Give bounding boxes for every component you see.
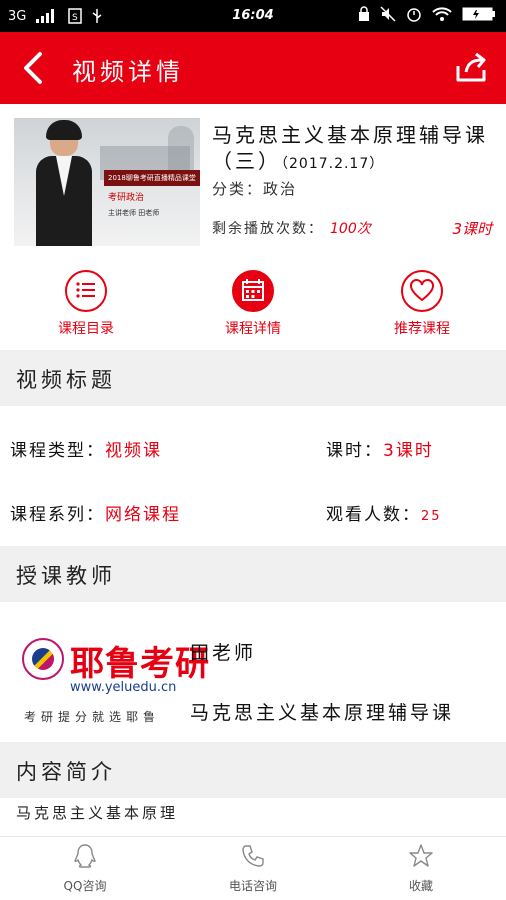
category-value: 政治 bbox=[263, 180, 298, 198]
nav-qq-consult[interactable]: QQ咨询 bbox=[30, 843, 140, 894]
tab-catalog-label: 课程目录 bbox=[58, 321, 114, 337]
logo-name: 耶鲁考研 bbox=[70, 644, 210, 684]
course-type: 课程类型：视频课 bbox=[10, 436, 162, 461]
wifi-icon bbox=[432, 7, 452, 21]
nav-favorite-label: 收藏 bbox=[408, 879, 433, 893]
section-teacher: 授课教师 bbox=[0, 546, 506, 602]
remaining-value: 100次 bbox=[330, 221, 371, 237]
thumbnail-banner: 2018聊鲁考研直播精品课堂 bbox=[104, 170, 200, 186]
section-teacher-label: 授课教师 bbox=[16, 564, 116, 588]
section-intro: 内容简介 bbox=[0, 742, 506, 798]
remaining-label: 剩余播放次数： bbox=[212, 221, 324, 237]
section-video-title-label: 视频标题 bbox=[16, 368, 116, 392]
nav-phone-label: 电话咨询 bbox=[228, 879, 277, 893]
course-thumbnail[interactable]: 2018聊鲁考研直播精品课堂 考研政治 主讲老师 田老师 bbox=[14, 118, 200, 246]
star-icon bbox=[409, 844, 433, 867]
course-card: 2018聊鲁考研直播精品课堂 考研政治 主讲老师 田老师 马克思主义基本原理辅导… bbox=[0, 104, 506, 260]
viewers-value: 25 bbox=[421, 509, 442, 524]
status-right bbox=[358, 6, 496, 22]
course-series: 课程系列：网络课程 bbox=[10, 500, 181, 525]
tab-catalog[interactable]: 课程目录 bbox=[26, 270, 146, 346]
status-bar: 3G S 16:04 bbox=[0, 0, 506, 32]
calendar-icon bbox=[232, 270, 274, 312]
section-intro-label: 内容简介 bbox=[16, 760, 116, 784]
page-title: 视频详情 bbox=[72, 58, 184, 86]
info-row-type: 课程类型：视频课 课时：3课时 bbox=[0, 414, 506, 478]
logo-slogan: 考研提分就选耶鲁 bbox=[24, 710, 161, 724]
phone-icon bbox=[242, 845, 264, 867]
thumbnail-teacher: 主讲老师 田老师 bbox=[108, 209, 160, 217]
battery-icon bbox=[462, 7, 495, 21]
teacher-course: 马克思主义基本原理辅导课 bbox=[190, 702, 455, 724]
bottom-nav: QQ咨询 电话咨询 收藏 bbox=[0, 836, 506, 900]
thumbnail-subject: 考研政治 bbox=[108, 193, 145, 203]
tab-details-label: 课程详情 bbox=[225, 321, 281, 337]
alarm-icon bbox=[407, 8, 421, 22]
brand-logo: 耶鲁考研 www.yeluedu.cn 考研提分就选耶鲁 bbox=[20, 636, 209, 728]
qq-icon bbox=[74, 844, 96, 868]
course-tabs: 课程目录 课程详情 推荐课程 bbox=[0, 262, 506, 348]
logo-url: www.yeluedu.cn bbox=[70, 680, 177, 695]
series-value: 网络课程 bbox=[105, 505, 181, 525]
tab-recommended[interactable]: 推荐课程 bbox=[362, 270, 482, 346]
logo-seal-icon bbox=[22, 638, 64, 680]
nav-phone-consult[interactable]: 电话咨询 bbox=[198, 843, 308, 894]
teacher-photo bbox=[32, 120, 96, 246]
teacher-hair bbox=[46, 120, 82, 140]
nav-qq-label: QQ咨询 bbox=[63, 879, 107, 893]
course-category: 分类：政治 bbox=[212, 178, 297, 199]
app-header: 视频详情 bbox=[0, 32, 506, 104]
category-label: 分类： bbox=[212, 180, 264, 198]
hours-label: 课时： bbox=[326, 441, 383, 461]
teacher-name: 田老师 bbox=[190, 642, 257, 664]
course-hours-detail: 课时：3课时 bbox=[326, 436, 434, 461]
mute-icon bbox=[380, 6, 396, 22]
viewers-label: 观看人数： bbox=[326, 505, 421, 525]
series-label: 课程系列： bbox=[10, 505, 105, 525]
tab-details[interactable]: 课程详情 bbox=[193, 270, 313, 346]
intro-text: 马克思主义基本原理 bbox=[16, 804, 179, 822]
tab-recommended-label: 推荐课程 bbox=[394, 321, 450, 337]
share-icon[interactable] bbox=[454, 52, 490, 84]
teacher-info: 耶鲁考研 www.yeluedu.cn 考研提分就选耶鲁 田老师 马克思主义基本… bbox=[0, 602, 506, 742]
back-icon[interactable] bbox=[18, 50, 54, 86]
list-icon bbox=[65, 270, 107, 312]
heart-icon bbox=[401, 270, 443, 312]
info-row-series: 课程系列：网络课程 观看人数：25 bbox=[0, 478, 506, 542]
course-hours: 3课时 bbox=[452, 220, 492, 238]
remaining-plays: 剩余播放次数： 100次 bbox=[212, 218, 371, 238]
nav-favorite[interactable]: 收藏 bbox=[366, 843, 476, 894]
viewer-count: 观看人数：25 bbox=[326, 500, 442, 525]
course-type-label: 课程类型： bbox=[10, 441, 105, 461]
course-type-value: 视频课 bbox=[105, 441, 162, 461]
section-video-title: 视频标题 bbox=[0, 350, 506, 406]
hours-value: 3课时 bbox=[383, 441, 434, 461]
course-date: （2017.2.17） bbox=[281, 156, 385, 172]
course-title: 马克思主义基本原理辅导课（三）（2017.2.17） bbox=[212, 122, 496, 177]
lock-icon bbox=[359, 6, 369, 21]
